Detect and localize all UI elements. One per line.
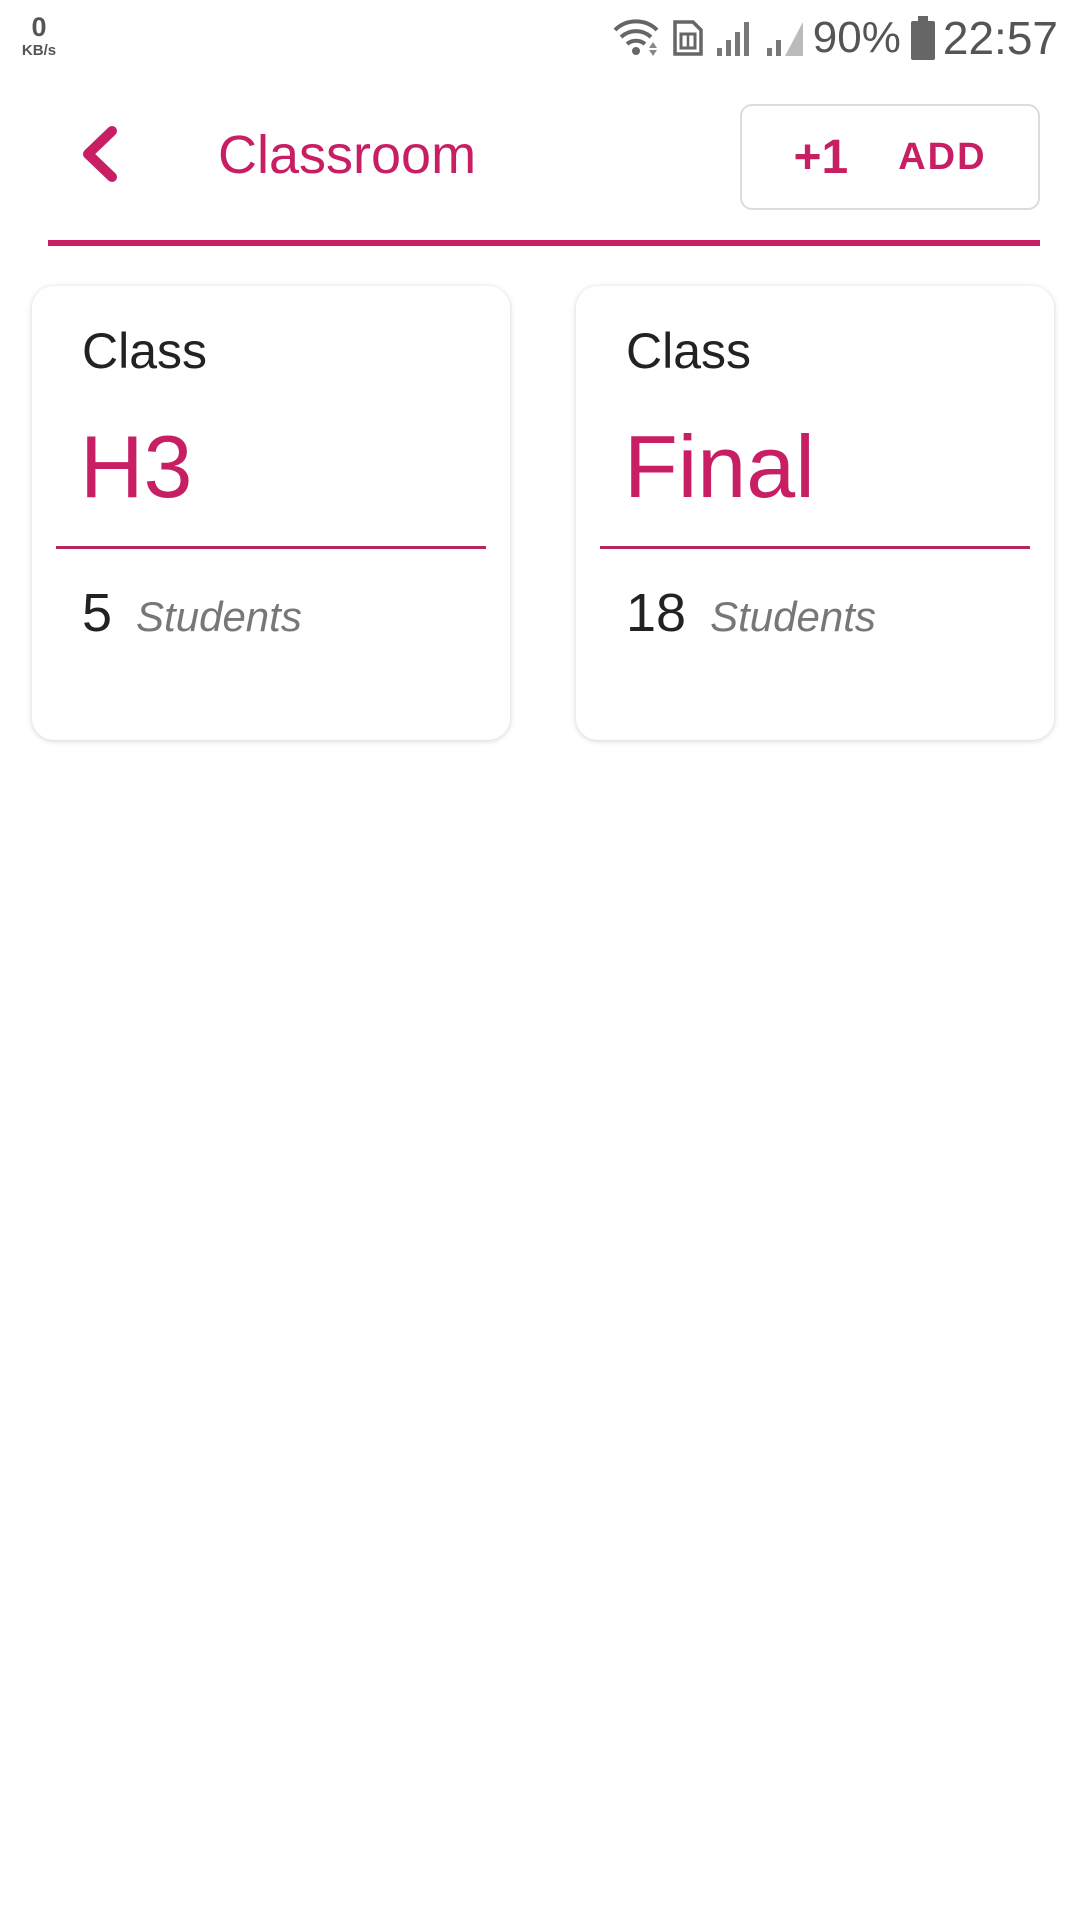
class-card-divider <box>56 546 486 549</box>
network-speed-unit: KB/s <box>21 42 57 59</box>
header-divider <box>48 240 1040 246</box>
network-speed: 0 KB/s <box>16 12 62 59</box>
class-card-name: Final <box>624 417 815 516</box>
battery-percent: 90% <box>812 13 901 62</box>
sim-card-icon <box>671 18 705 58</box>
class-card-name: H3 <box>80 417 193 516</box>
page-title: Classroom <box>218 125 477 185</box>
add-button[interactable]: +1 ADD <box>740 104 1040 210</box>
class-card-student-count: 5 Students <box>82 582 302 644</box>
screen: 0 KB/s 90% 22:57 Classroom +1 ADD Class … <box>0 0 1080 1920</box>
class-card-label: Class <box>82 323 208 379</box>
class-card-student-count: 18 Students <box>626 582 876 644</box>
status-icons: 90% 22:57 <box>601 12 1058 64</box>
student-count-value: 5 <box>82 583 113 643</box>
student-count-value: 18 <box>626 583 687 643</box>
clock: 22:57 <box>942 12 1058 64</box>
back-button[interactable] <box>68 122 132 186</box>
status-bar: 0 KB/s 90% 22:57 <box>0 0 1080 78</box>
chevron-left-icon <box>83 126 117 182</box>
header: Classroom +1 ADD <box>48 100 1040 212</box>
student-count-unit: Students <box>710 593 876 640</box>
student-count-unit: Students <box>136 593 302 640</box>
add-button-label: ADD <box>898 135 987 178</box>
network-speed-value: 0 <box>31 12 47 42</box>
add-button-prefix: +1 <box>793 130 849 184</box>
signal-icon <box>715 18 755 58</box>
wifi-icon <box>611 18 661 58</box>
class-card-divider <box>600 546 1030 549</box>
signal-icon <box>765 18 805 58</box>
class-card[interactable]: Class H3 5 Students <box>32 286 510 740</box>
class-card[interactable]: Class Final 18 Students <box>576 286 1054 740</box>
battery-icon <box>910 16 935 60</box>
class-card-label: Class <box>626 323 752 379</box>
